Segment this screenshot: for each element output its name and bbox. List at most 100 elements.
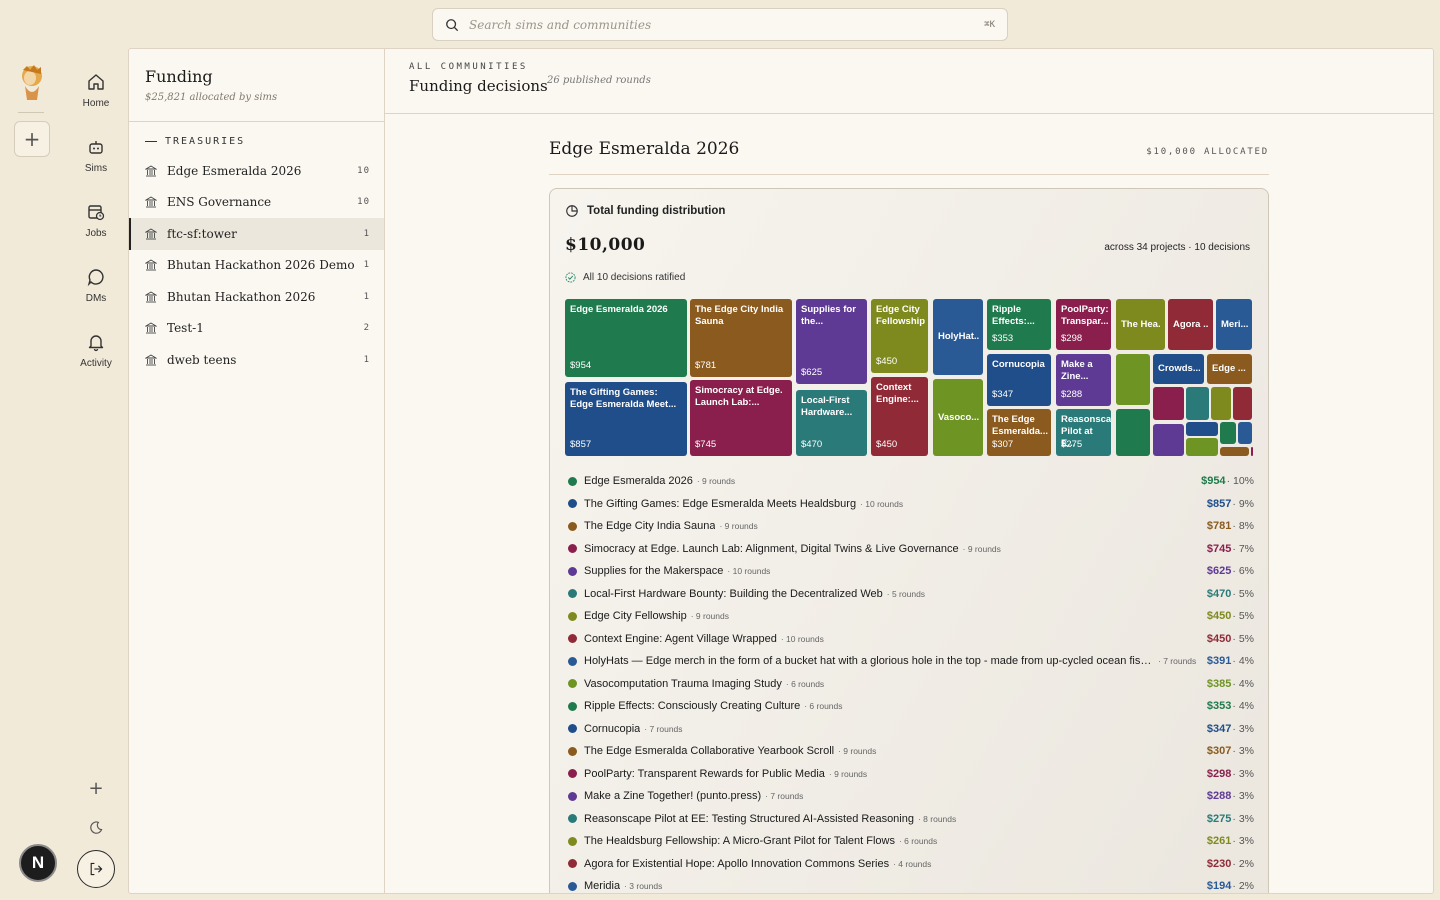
project-amount: $450: [1206, 632, 1232, 645]
search-icon: [446, 18, 459, 31]
nav-dms[interactable]: DMs: [66, 267, 126, 304]
project-name: The Healdsburg Fellowship: A Micro-Grant…: [584, 835, 895, 848]
treemap-tile-small[interactable]: [1186, 387, 1209, 420]
project-rounds: · 5 rounds: [886, 588, 926, 599]
project-row[interactable]: Make a Zine Together! (punto.press) · 7 r…: [568, 785, 1254, 808]
community-allocated: $10,000 ALLOCATED: [1146, 147, 1269, 157]
project-row[interactable]: Simocracy at Edge. Launch Lab: Alignment…: [568, 538, 1254, 561]
app-logo[interactable]: [17, 64, 47, 100]
treemap-tile[interactable]: Local-First Hardware... $470: [796, 390, 867, 456]
project-amount: $275: [1206, 812, 1232, 825]
project-row[interactable]: The Edge Esmeralda Collaborative Yearboo…: [568, 740, 1254, 763]
treemap-tile-small[interactable]: [1153, 424, 1184, 456]
treemap-tile[interactable]: The Edge Esmeralda... $307: [987, 409, 1051, 456]
project-row[interactable]: The Edge City India Sauna · 9 rounds $781 ·…: [568, 515, 1254, 538]
treemap-tile[interactable]: Cornucopia $347: [987, 354, 1051, 406]
treemap-tile[interactable]: Agora ...: [1168, 299, 1213, 350]
project-row[interactable]: Agora for Existential Hope: Apollo Innov…: [568, 853, 1254, 876]
treemap-tile[interactable]: Ripple Effects:... $353: [987, 299, 1051, 350]
project-row[interactable]: Ripple Effects: Consciously Creating Cul…: [568, 695, 1254, 718]
treasury-name: Test-1: [167, 321, 204, 336]
treemap-tile[interactable]: HolyHat...: [933, 299, 983, 375]
treemap-tile[interactable]: Simocracy at Edge. Launch Lab:... $745: [690, 380, 792, 456]
treemap-tile[interactable]: Make a Zine... $288: [1056, 354, 1111, 406]
add-workspace-button[interactable]: +: [14, 121, 50, 157]
treemap-tile-small[interactable]: [1153, 387, 1184, 420]
treemap-tile-small[interactable]: [1116, 409, 1150, 456]
treasury-item[interactable]: Bhutan Hackathon 2026 1: [129, 281, 384, 313]
treasury-item[interactable]: Edge Esmeralda 2026 10: [129, 155, 384, 187]
treemap-tile[interactable]: Supplies for the... $625: [796, 299, 867, 384]
treemap-tile[interactable]: Crowds...: [1153, 354, 1204, 384]
treasury-item[interactable]: Bhutan Hackathon 2026 Demo 1: [129, 250, 384, 282]
treemap-tile[interactable]: Context Engine:... $450: [871, 377, 928, 456]
add-icon[interactable]: +: [86, 778, 106, 799]
treemap-tile-small[interactable]: [1251, 447, 1253, 456]
treemap-tile-small[interactable]: [1116, 354, 1150, 405]
treemap-tile[interactable]: Meri...: [1216, 299, 1252, 350]
user-avatar[interactable]: N: [19, 844, 57, 882]
project-amount: $353: [1206, 700, 1232, 713]
treemap-tile[interactable]: Reasonscap Pilot at E...$275: [1056, 409, 1111, 456]
treemap-tile[interactable]: The Edge City India Sauna $781: [690, 299, 792, 377]
treemap-tile-small[interactable]: [1220, 447, 1249, 456]
treasury-count: 10: [357, 197, 370, 208]
treemap-tile-small[interactable]: [1233, 387, 1252, 420]
project-color-dot: [568, 746, 577, 756]
project-name: Vasocomputation Trauma Imaging Study: [584, 677, 782, 690]
treemap-tile[interactable]: The Gifting Games: Edge Esmeralda Meet..…: [565, 382, 687, 456]
project-percent: · 5%: [1232, 632, 1254, 645]
project-row[interactable]: Local-First Hardware Bounty: Building th…: [568, 583, 1254, 606]
header-eyebrow[interactable]: ALL COMMUNITIES: [409, 62, 1433, 72]
project-percent: · 3%: [1232, 745, 1254, 758]
project-rounds: · 10 rounds: [727, 566, 771, 577]
treemap-tile-small[interactable]: [1220, 422, 1236, 444]
treemap-tile[interactable]: Edge City Fellowship $450: [871, 299, 928, 373]
treasury-item[interactable]: ftc-sf:tower 1: [129, 218, 384, 250]
project-row[interactable]: The Gifting Games: Edge Esmeralda Meets …: [568, 493, 1254, 516]
project-row[interactable]: Edge Esmeralda 2026 · 9 rounds $954 · 10%: [568, 470, 1254, 493]
treasury-name: Edge Esmeralda 2026: [167, 163, 302, 178]
treasury-item[interactable]: Test-1 2: [129, 313, 384, 345]
theme-toggle[interactable]: [86, 818, 106, 838]
treemap-tile-small[interactable]: [1186, 422, 1218, 436]
project-rounds: · 7 rounds: [1158, 656, 1197, 667]
community-header: Edge Esmeralda 2026 $10,000 ALLOCATED: [549, 139, 1269, 175]
project-row[interactable]: Vasocomputation Trauma Imaging Study · 6 …: [568, 673, 1254, 696]
treemap-tile[interactable]: PoolParty: Transpar... $298: [1056, 299, 1111, 350]
project-percent: · 9%: [1232, 497, 1254, 510]
treemap-tile[interactable]: Vasoco...: [933, 379, 983, 456]
treemap-tile-small[interactable]: [1238, 422, 1252, 444]
treemap-tile[interactable]: The Hea...: [1116, 299, 1165, 350]
project-row[interactable]: Reasonscape Pilot at EE: Testing Structu…: [568, 808, 1254, 831]
search-bar[interactable]: Search sims and communities ⌘K: [432, 8, 1008, 41]
nav-sims[interactable]: Sims: [66, 137, 126, 174]
treasury-item[interactable]: dweb teens 1: [129, 344, 384, 376]
nav-label: Activity: [80, 358, 112, 369]
project-row[interactable]: Cornucopia · 7 rounds $347 · 3%: [568, 718, 1254, 741]
nav-home[interactable]: Home: [66, 72, 126, 109]
project-row[interactable]: The Healdsburg Fellowship: A Micro-Grant…: [568, 830, 1254, 853]
tile-label: Context Engine:...: [876, 382, 919, 405]
project-row[interactable]: HolyHats — Edge merch in the form of a b…: [568, 650, 1254, 673]
treemap-tile-small[interactable]: [1211, 387, 1231, 420]
treemap-tile[interactable]: Edge ...: [1207, 354, 1252, 384]
project-percent: · 2%: [1232, 880, 1254, 893]
treasury-name: Bhutan Hackathon 2026: [167, 289, 316, 304]
treemap-tile[interactable]: Edge Esmeralda 2026 $954: [565, 299, 687, 377]
project-row[interactable]: Edge City Fellowship · 9 rounds $450 · 5%: [568, 605, 1254, 628]
tile-label: Edge Esmeralda 2026: [570, 304, 668, 315]
logout-button[interactable]: [77, 850, 115, 888]
treasury-item[interactable]: ENS Governance 10: [129, 187, 384, 219]
project-row[interactable]: Supplies for the Makerspace · 10 rounds $6…: [568, 560, 1254, 583]
project-percent: · 10%: [1226, 475, 1254, 488]
project-row[interactable]: Context Engine: Agent Village Wrapped · 1…: [568, 628, 1254, 651]
search-input[interactable]: Search sims and communities: [469, 18, 984, 32]
tile-value: $954: [570, 360, 592, 372]
treemap-tile-small[interactable]: [1186, 438, 1218, 456]
project-row[interactable]: Meridia · 3 rounds $194 · 2%: [568, 875, 1254, 893]
nav-jobs[interactable]: Jobs: [66, 202, 126, 239]
nav-activity[interactable]: Activity: [66, 332, 126, 369]
project-row[interactable]: PoolParty: Transparent Rewards for Publi…: [568, 763, 1254, 786]
tile-value: $347: [992, 389, 1014, 401]
